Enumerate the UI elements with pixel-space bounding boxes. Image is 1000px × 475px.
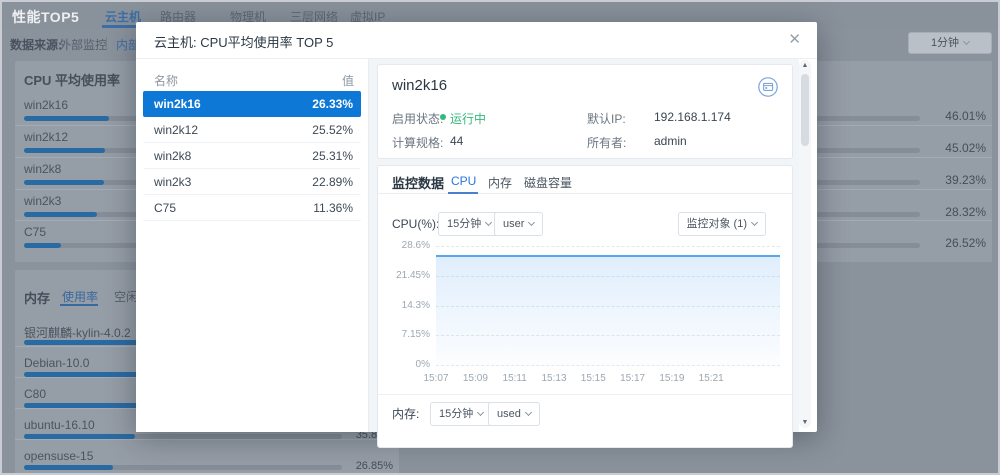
tab-disk-capacity[interactable]: 磁盘容量 (524, 174, 572, 191)
source-divider (106, 37, 107, 49)
monitor-data-card: 监控数据 CPU 内存 磁盘容量 CPU(%): 15分钟 user 监控对象 … (377, 165, 793, 448)
section-divider (378, 394, 792, 395)
y-axis-tick: 28.6% (382, 240, 430, 251)
ip-label: 默认IP: (587, 110, 626, 127)
list-item-win2k16[interactable]: win2k16 26.33% (143, 91, 361, 117)
monitor-section-label: 监控数据 (392, 173, 444, 192)
interval-select[interactable]: 1分钟 (908, 32, 992, 54)
owner-value: admin (654, 134, 687, 148)
tab-memory[interactable]: 内存 (488, 174, 512, 191)
name-column-header: 名称 (154, 72, 178, 89)
page-title: 性能TOP5 (12, 7, 79, 27)
scroll-down-icon[interactable]: ▼ (799, 419, 811, 426)
status-value: 运行中 (450, 110, 486, 127)
chevron-down-icon (525, 409, 532, 416)
modal-scrollbar[interactable]: ▲ ▼ (799, 60, 811, 428)
list-item-win2k12[interactable]: win2k12 25.52% (143, 117, 361, 143)
gridline (436, 246, 780, 247)
series-line (436, 255, 780, 257)
series-area-fill (436, 255, 780, 365)
cpu-card-title: CPU 平均使用率 (24, 70, 120, 89)
cpu-metric-select[interactable]: user (494, 212, 543, 236)
cpu-line-chart (436, 246, 780, 365)
cpu-top5-modal: 云主机: CPU平均使用率 TOP 5 ✕ 名称 值 win2k16 26.33… (136, 22, 817, 432)
chevron-down-icon (485, 219, 492, 226)
list-item-win2k3[interactable]: win2k3 22.89% (143, 169, 361, 195)
bar-fill (24, 180, 104, 185)
y-axis-tick: 21.45% (382, 270, 430, 281)
scroll-up-icon[interactable]: ▲ (799, 62, 811, 69)
x-axis: 15:07 15:09 15:11 15:13 15:15 15:17 15:1… (436, 373, 780, 385)
chevron-down-icon (963, 38, 970, 45)
data-source-label: 数据来源: (10, 36, 62, 53)
chevron-down-icon (751, 219, 758, 226)
external-monitor-link[interactable]: 外部监控 (59, 36, 107, 53)
list-item-c75[interactable]: C75 11.36% (143, 195, 361, 221)
bar-fill (24, 116, 109, 121)
active-tab-underline (448, 192, 478, 194)
y-axis-tick: 14.3% (382, 300, 430, 311)
value-column-header: 值 (342, 72, 354, 89)
memory-rank-row: opensuse-15 26.85% (15, 439, 399, 470)
memory-metric-label: 内存: (392, 402, 419, 426)
status-label: 启用状态: (392, 110, 443, 127)
spec-label: 计算规格: (392, 134, 443, 151)
tab-usage-rate[interactable]: 使用率 (62, 288, 98, 305)
chevron-down-icon (528, 219, 535, 226)
y-axis-tick: 0% (382, 359, 430, 370)
bar-fill (24, 243, 61, 248)
vm-name: win2k16 (392, 77, 447, 94)
memory-metric-select[interactable]: used (488, 402, 540, 426)
y-axis-tick: 7.15% (382, 329, 430, 340)
cpu-metric-label: CPU(%): (392, 212, 439, 236)
vm-rank-list: 名称 值 win2k16 26.33% win2k12 25.52% win2k… (136, 59, 368, 432)
vm-summary-card: win2k16 启用状态: 运行中 默认IP: 192.168.1.174 计算… (377, 64, 793, 159)
monitor-tabs-bar: 监控数据 CPU 内存 磁盘容量 (378, 166, 792, 194)
modal-title: 云主机: CPU平均使用率 TOP 5 (154, 32, 333, 51)
owner-label: 所有者: (587, 134, 626, 151)
bar-fill (24, 465, 113, 470)
gridline (436, 365, 780, 366)
modal-titlebar: 云主机: CPU平均使用率 TOP 5 ✕ (136, 22, 817, 59)
cpu-period-select[interactable]: 15分钟 (438, 212, 500, 236)
tab-cpu[interactable]: CPU (451, 174, 476, 188)
list-item-win2k8[interactable]: win2k8 25.31% (143, 143, 361, 169)
spec-value: 44 (450, 134, 463, 148)
memory-card-title: 内存 (24, 288, 50, 307)
scrollbar-thumb[interactable] (801, 74, 809, 146)
bar-track (24, 465, 342, 470)
vm-detail-panel: win2k16 启用状态: 运行中 默认IP: 192.168.1.174 计算… (369, 59, 799, 432)
performance-top5-screen: 性能TOP5 云主机 路由器 物理机 三层网络 虚拟IP 数据来源: 外部监控 … (0, 0, 1000, 475)
active-tab-underline (60, 304, 98, 306)
bar-fill (24, 212, 97, 217)
ip-value: 192.168.1.174 (654, 110, 731, 124)
bar-fill (24, 148, 105, 153)
monitor-target-select[interactable]: 监控对象 (1) (678, 212, 767, 236)
status-dot-icon (440, 114, 446, 120)
memory-period-select[interactable]: 15分钟 (430, 402, 492, 426)
console-icon[interactable] (756, 75, 780, 99)
chevron-down-icon (477, 409, 484, 416)
close-icon[interactable]: ✕ (788, 30, 801, 50)
